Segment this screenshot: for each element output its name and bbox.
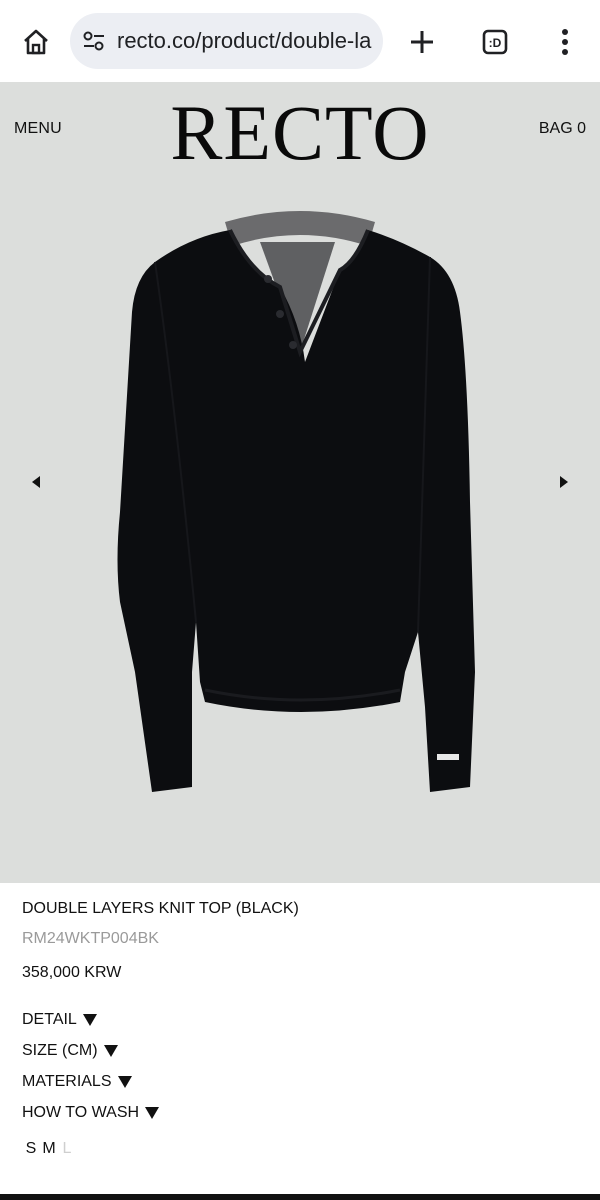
home-icon[interactable] [16, 22, 56, 62]
next-image-arrow-icon[interactable] [554, 472, 574, 492]
accordion-how-to-wash[interactable]: HOW TO WASH [22, 1097, 160, 1128]
caret-down-icon [117, 1075, 132, 1088]
accordion-label: HOW TO WASH [22, 1103, 140, 1121]
product-price: 358,000 KRW [22, 964, 122, 981]
plus-icon[interactable] [402, 22, 442, 62]
more-vert-icon[interactable] [545, 22, 585, 62]
product-image [117, 211, 475, 792]
site-settings-icon[interactable] [82, 30, 106, 52]
accordion-materials[interactable]: MATERIALS [22, 1066, 159, 1097]
accordion-label: DETAIL [22, 1010, 77, 1028]
product-sku: RM24WKTP004BK [22, 930, 159, 947]
bottom-edge-bar [0, 1194, 600, 1200]
tab-count-glyph: :D [489, 36, 502, 50]
address-bar[interactable]: recto.co/product/double-la [70, 13, 383, 69]
caret-down-icon [145, 1106, 160, 1119]
size-option-m[interactable]: M [40, 1140, 58, 1158]
product-gallery: MENU RECTO BAG 0 [0, 82, 600, 883]
caret-down-icon [82, 1013, 97, 1026]
size-selector: S M L [22, 1140, 76, 1158]
accordion-size[interactable]: SIZE (CM) [22, 1035, 159, 1066]
size-option-s[interactable]: S [22, 1140, 40, 1158]
site-logo[interactable]: RECTO [0, 88, 600, 178]
url-text[interactable]: recto.co/product/double-la [117, 13, 375, 69]
browser-toolbar: recto.co/product/double-la :D [0, 0, 600, 82]
accordion-label: MATERIALS [22, 1072, 112, 1090]
previous-image-arrow-icon[interactable] [26, 472, 46, 492]
product-title: DOUBLE LAYERS KNIT TOP (BLACK) [22, 900, 299, 917]
bag-button[interactable]: BAG 0 [539, 120, 586, 138]
size-option-l: L [62, 1140, 72, 1157]
accordion-label: SIZE (CM) [22, 1041, 98, 1059]
tab-switcher-icon[interactable]: :D [475, 22, 515, 62]
product-accordion: DETAIL SIZE (CM) MATERIALS HOW TO WASH [22, 1004, 160, 1128]
caret-down-icon [103, 1044, 118, 1057]
accordion-detail[interactable]: DETAIL [22, 1004, 159, 1035]
